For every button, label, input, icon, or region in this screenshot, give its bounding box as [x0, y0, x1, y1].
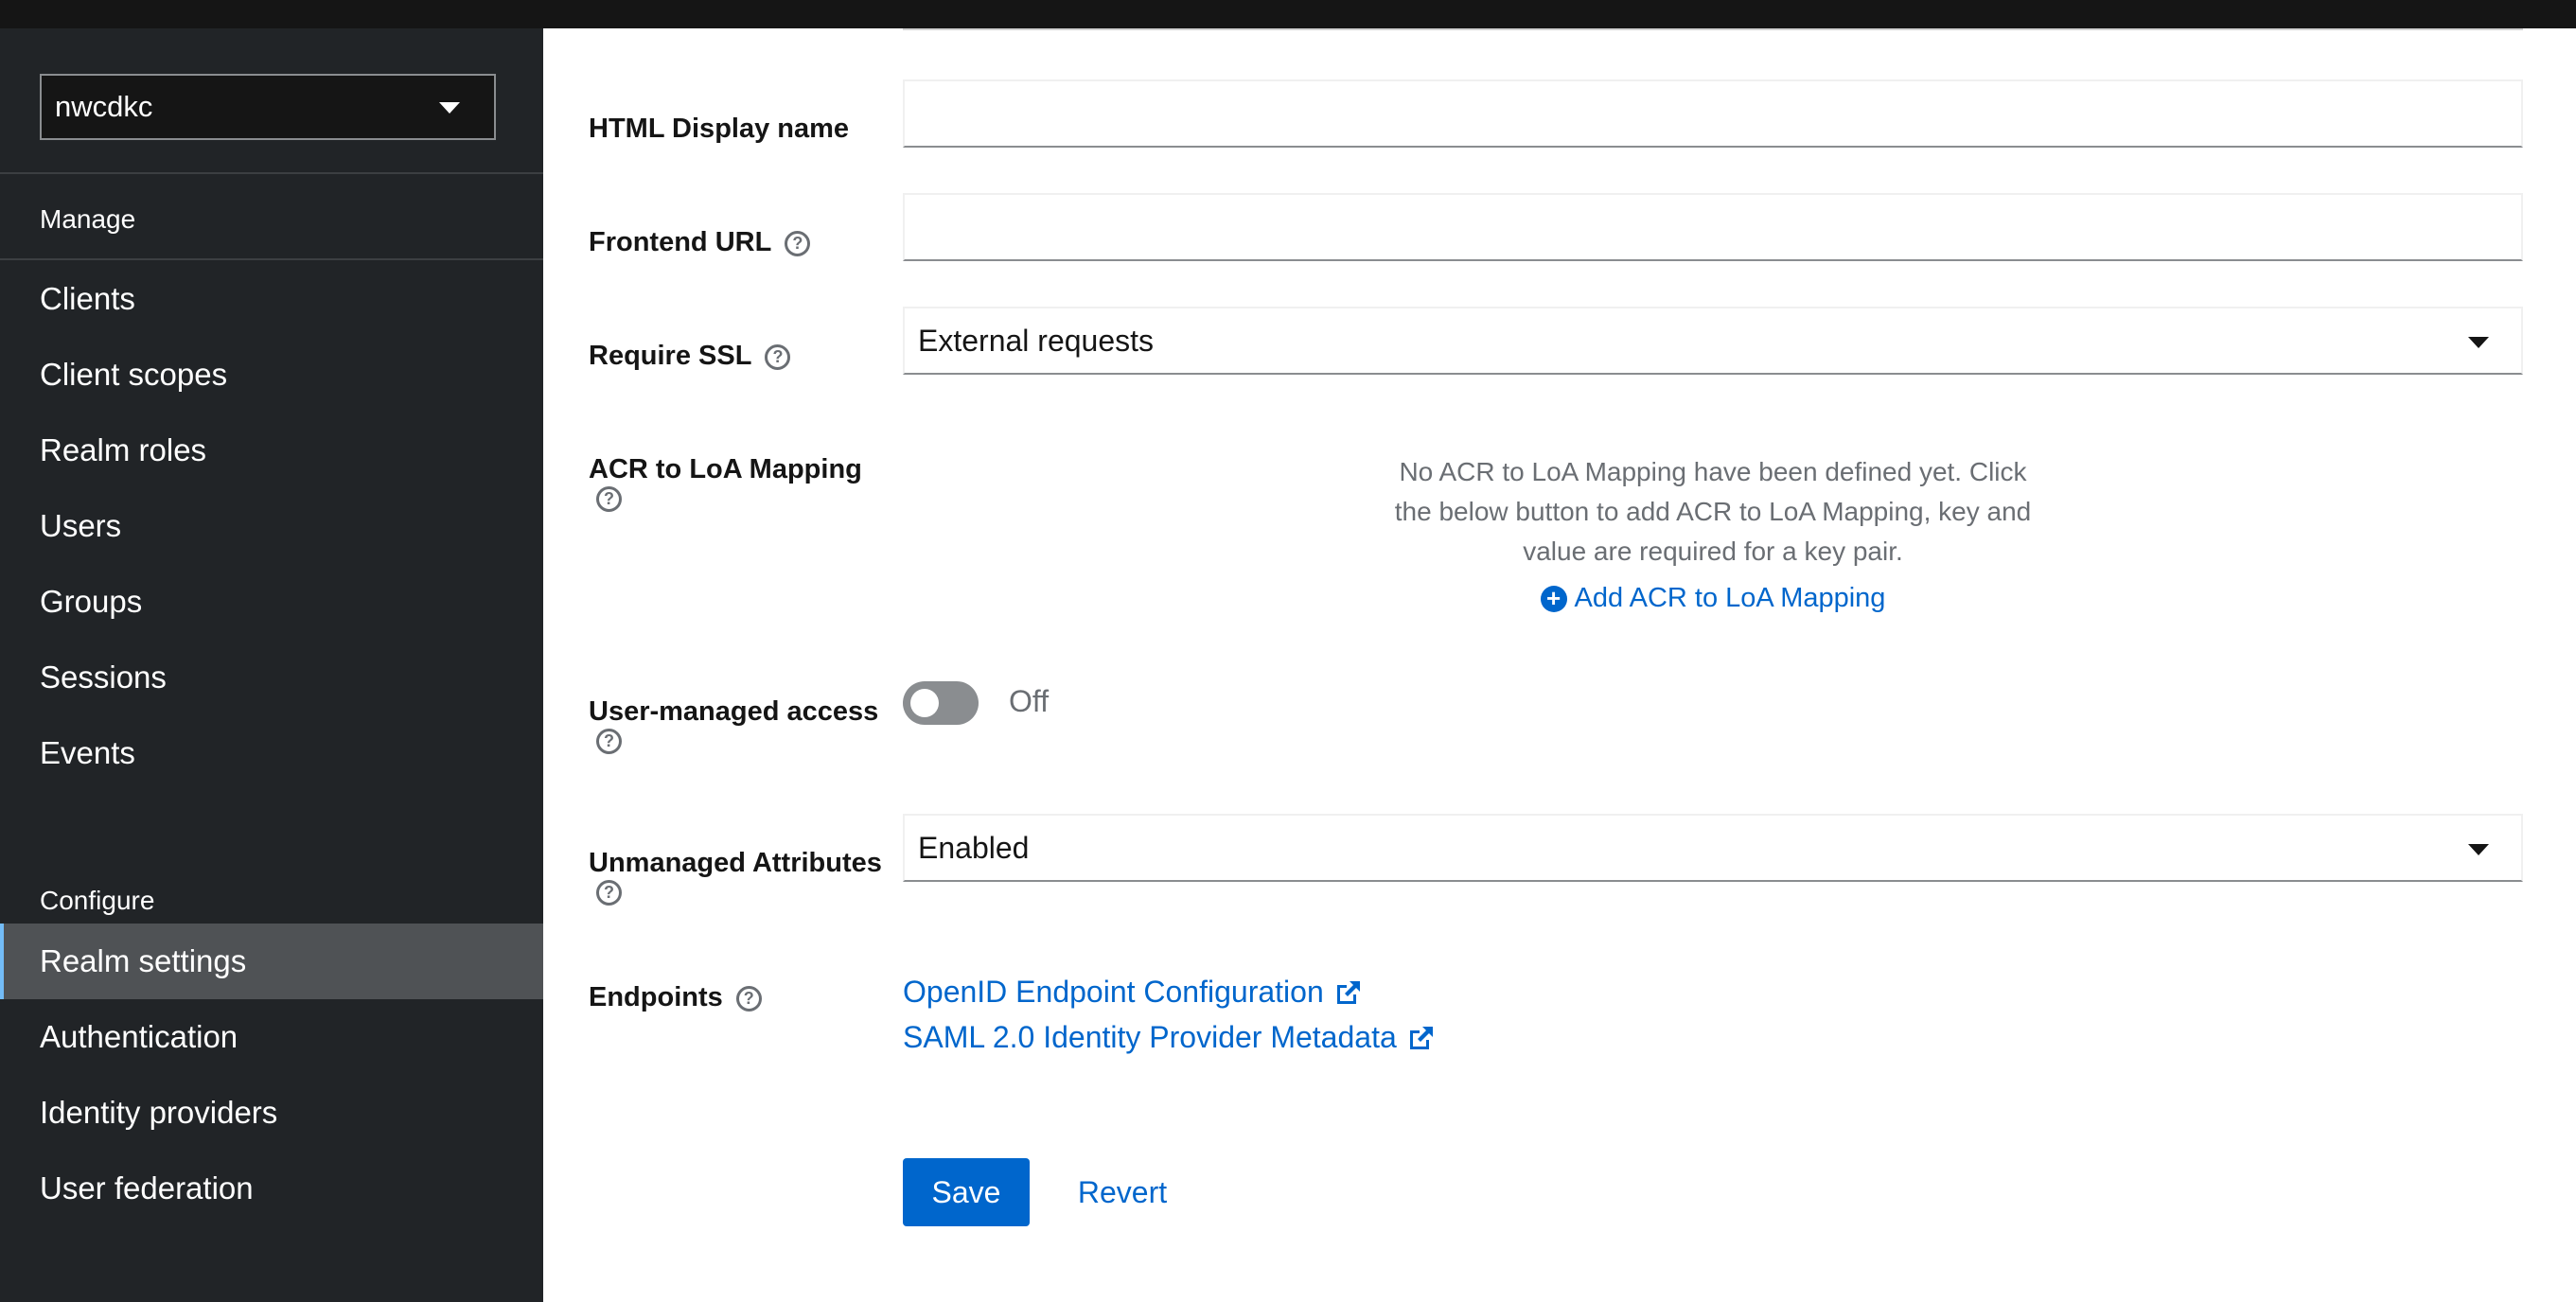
sidebar: nwcdkc Manage Clients Client scopes Real…	[0, 28, 543, 1302]
help-icon[interactable]: ?	[596, 880, 622, 906]
sidebar-item-clients[interactable]: Clients	[0, 261, 543, 337]
frontend-url-input[interactable]	[903, 193, 2523, 261]
add-acr-loa-button[interactable]: + Add ACR to LoA Mapping	[1540, 583, 1886, 614]
revert-button[interactable]: Revert	[1056, 1158, 1189, 1226]
sidebar-item-label: Groups	[40, 584, 143, 619]
sidebar-item-label: Clients	[40, 281, 135, 316]
require-ssl-label: Require SSL?	[589, 341, 791, 372]
sidebar-item-label: Realm settings	[40, 943, 247, 978]
nav-section-configure: Configure	[40, 886, 155, 915]
field-underline	[903, 28, 2523, 30]
sidebar-item-sessions[interactable]: Sessions	[0, 640, 543, 715]
frontend-url-label: Frontend URL?	[589, 227, 811, 258]
sidebar-item-users[interactable]: Users	[0, 488, 543, 564]
sidebar-item-label: Client scopes	[40, 357, 228, 392]
caret-down-icon	[2468, 337, 2489, 348]
user-managed-access-state: Off	[1009, 684, 1050, 718]
unmanaged-attributes-select[interactable]: Enabled	[903, 814, 2523, 882]
unmanaged-attributes-value: Enabled	[918, 830, 1030, 865]
sidebar-item-label: Users	[40, 508, 122, 543]
sidebar-item-authentication[interactable]: Authentication	[0, 999, 543, 1075]
sidebar-item-label: Identity providers	[40, 1095, 278, 1130]
unmanaged-attributes-label: Unmanaged Attributes	[589, 848, 882, 878]
help-icon[interactable]: ?	[765, 343, 791, 370]
realm-selector[interactable]: nwcdkc	[40, 74, 496, 140]
sidebar-item-label: Events	[40, 735, 135, 770]
help-icon[interactable]: ?	[735, 985, 762, 1012]
switch-knob	[910, 689, 939, 717]
help-icon[interactable]: ?	[596, 729, 622, 754]
sidebar-item-identity-providers[interactable]: Identity providers	[0, 1075, 543, 1151]
caret-down-icon	[439, 102, 460, 114]
save-button[interactable]: Save	[903, 1158, 1030, 1226]
sidebar-item-label: Authentication	[40, 1019, 238, 1054]
nav-section-divider	[0, 258, 543, 260]
sidebar-item-user-federation[interactable]: User federation	[0, 1151, 543, 1226]
realm-settings-form: HTML Display name Frontend URL? Require …	[543, 28, 2576, 1302]
help-icon[interactable]: ?	[596, 486, 622, 512]
endpoints-label: Endpoints?	[589, 982, 762, 1013]
require-ssl-value: External requests	[918, 323, 1155, 358]
sidebar-divider	[0, 172, 543, 174]
caret-down-icon	[2468, 844, 2489, 855]
nav-section-manage: Manage	[40, 204, 136, 234]
add-acr-loa-label: Add ACR to LoA Mapping	[1574, 583, 1886, 613]
sidebar-item-label: User federation	[40, 1170, 254, 1205]
require-ssl-select[interactable]: External requests	[903, 307, 2523, 375]
empty-state-text: No ACR to LoA Mapping have been defined …	[1394, 457, 2032, 566]
external-link-icon	[1336, 980, 1360, 1004]
sidebar-item-label: Sessions	[40, 660, 167, 695]
masthead-bar	[0, 0, 2576, 28]
sidebar-item-realm-roles[interactable]: Realm roles	[0, 413, 543, 488]
plus-circle-icon: +	[1540, 585, 1567, 612]
user-managed-access-switch[interactable]	[903, 681, 979, 725]
acr-loa-label: ACR to LoA Mapping	[589, 454, 862, 484]
sidebar-item-groups[interactable]: Groups	[0, 564, 543, 640]
openid-endpoint-link[interactable]: OpenID Endpoint Configuration	[903, 975, 1364, 1010]
sidebar-item-client-scopes[interactable]: Client scopes	[0, 337, 543, 413]
html-display-name-label: HTML Display name	[589, 114, 850, 144]
sidebar-item-label: Realm roles	[40, 432, 207, 467]
user-managed-access-label: User-managed access	[589, 696, 879, 727]
realm-name: nwcdkc	[55, 90, 153, 123]
help-icon[interactable]: ?	[785, 230, 811, 256]
html-display-name-input[interactable]	[903, 79, 2523, 148]
sidebar-item-realm-settings[interactable]: Realm settings	[0, 924, 543, 999]
external-link-icon	[1409, 1026, 1433, 1049]
acr-loa-empty-state: No ACR to LoA Mapping have been defined …	[903, 452, 2523, 614]
saml-metadata-link[interactable]: SAML 2.0 Identity Provider Metadata	[903, 1020, 1437, 1055]
sidebar-item-events[interactable]: Events	[0, 715, 543, 791]
